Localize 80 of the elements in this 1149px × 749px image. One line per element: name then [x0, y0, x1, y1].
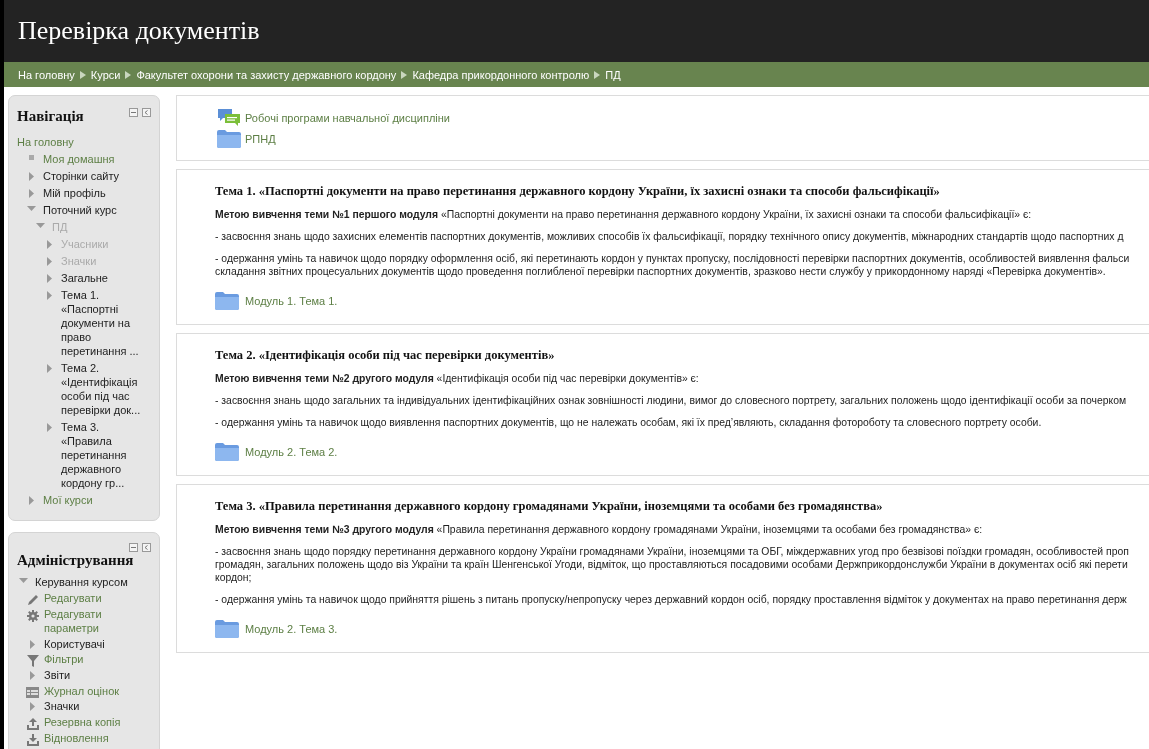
tree-item[interactable]: Загальне	[61, 271, 108, 285]
tree-item[interactable]: Сторінки сайту	[43, 169, 120, 183]
paragraph-text: - засвоєння знань щодо загальних та індивідуальних ідентифікаційних ознак зовнішності людини, вимог до словесного портрету, загальних положень щодо ідентифікації особи за почерком	[215, 394, 1128, 407]
expanded-arrow-icon[interactable]	[27, 206, 36, 211]
tree-item[interactable]: Тема 3. «Правила перетинання державного кордону гр...	[61, 420, 151, 490]
tree-item[interactable]: Мої курси	[43, 493, 93, 507]
activity-link[interactable]: Робочі програми навчальної дисципліни	[245, 112, 450, 124]
tree-item[interactable]: Журнал оцінок	[44, 683, 120, 698]
dock-icon[interactable]	[142, 543, 151, 552]
tree-item[interactable]: Моя домашня	[43, 152, 115, 166]
breadcrumb-link[interactable]: На головну	[18, 68, 75, 81]
tree-item[interactable]: Користувачі	[44, 636, 105, 651]
folder-icon	[215, 443, 239, 461]
collapse-icon[interactable]	[129, 543, 138, 552]
filter-icon	[26, 655, 39, 667]
gear-icon	[26, 609, 39, 622]
topic-title: Тема 2. «Ідентифікація особи під час перевірки документів»	[215, 348, 556, 363]
pencil-icon	[26, 593, 39, 606]
block-title: Адміністрування	[17, 552, 135, 569]
tree-item[interactable]: Значки	[44, 699, 80, 714]
separator-arrow-icon	[594, 70, 601, 79]
collapsed-arrow-icon[interactable]	[47, 257, 52, 266]
folder-icon	[215, 620, 239, 638]
separator-arrow-icon	[401, 70, 408, 79]
folder-icon	[215, 292, 239, 310]
tree-item[interactable]: На головну	[17, 135, 74, 149]
paragraph-text: Метою вивчення теми №2 другого модуля «Ідентифікація особи під час перевірки документів» є:	[215, 372, 700, 385]
paragraph-text: - засвоєння знань щодо порядку перетинання державного кордону України громадянами України, іноземцями та ОБГ, міждержавних угод про безвізові поїздки громадян, особливостей проп громадян, загальних положень щодо віз України та країн Шенгенської Угоди, відміток, що проставляються посадовими особами Держприкордонслужби України в документах осіб які перети кордон;	[215, 545, 1130, 584]
upload-icon	[26, 717, 39, 730]
chat-bubbles-icon	[217, 108, 241, 128]
paragraph-text: - засвоєння знань щодо захисних елементів паспортних документів, можливих способів їх фальсифікації, порядку технічного опису документів, міжнародних стандартів щодо паспортних д	[215, 230, 1125, 243]
collapsed-arrow-icon[interactable]	[47, 291, 52, 300]
collapsed-arrow-icon[interactable]	[47, 364, 52, 373]
expanded-arrow-icon[interactable]	[19, 578, 28, 583]
tree-item[interactable]: Мій профіль	[43, 186, 106, 200]
tree-item[interactable]: Керування курсом	[35, 575, 128, 590]
paragraph-text: - одержання умінь та навичок щодо порядку оформлення осіб, які перетинають кордон у пунктах пропуску, послідовності перевірки паспортних документів, особливостей виявлення фальси складання звітних процесуальних документів щодо проведення поглибленої перевірки паспортних документів, зразково нести службу у прикордонному наряді «Перевірка документів».	[215, 252, 1131, 278]
collapsed-arrow-icon[interactable]	[47, 240, 52, 249]
collapsed-arrow-icon[interactable]	[29, 189, 34, 198]
breadcrumb-link[interactable]: Курси	[90, 68, 121, 81]
topic-title: Тема 3. «Правила перетинання державного кордону громадянами України, іноземцями та особами без громадянства»	[215, 499, 884, 514]
paragraph-text: - одержання умінь та навичок щодо виявлення паспортних документів, що не належать особам, які їх пред’являють, складання фотороботу та словесного портрету особи.	[215, 416, 1043, 429]
separator-arrow-icon	[125, 70, 132, 79]
tree-item[interactable]: Тема 2. «Ідентифікація особи під час перевірки док...	[61, 361, 151, 417]
tree-item[interactable]: Редагувати параметри	[44, 606, 151, 636]
paragraph-text: Метою вивчення теми №1 першого модуля «Паспортні документи на право перетинання державного кордону України, їх захисні ознаки та способи фальсифікації» є:	[215, 208, 1033, 221]
expanded-arrow-icon[interactable]	[36, 223, 45, 228]
download-icon	[26, 733, 39, 746]
collapsed-arrow-icon[interactable]	[47, 274, 52, 283]
bullet-icon	[29, 155, 34, 160]
folder-link[interactable]: Модуль 2. Тема 2.	[245, 446, 338, 458]
tree-item[interactable]: Відновлення	[44, 730, 109, 745]
collapsed-arrow-icon[interactable]	[29, 172, 34, 181]
collapse-icon[interactable]	[129, 108, 138, 117]
collapsed-arrow-icon[interactable]	[30, 702, 35, 711]
activity-link[interactable]: РПНД	[245, 133, 276, 145]
breadcrumb-link[interactable]: Факультет охорони та захисту державного кордону	[136, 68, 397, 81]
breadcrumb-link[interactable]: ПД	[605, 68, 621, 81]
tree-item[interactable]: Резервна копія	[44, 714, 121, 729]
collapsed-arrow-icon[interactable]	[30, 639, 35, 649]
collapsed-arrow-icon[interactable]	[47, 423, 52, 432]
paragraph-text: Метою вивчення теми №3 другого модуля «Правила перетинання державного кордону громадянами України, іноземцями та особами без громадянства» є:	[215, 523, 984, 536]
collapsed-arrow-icon[interactable]	[29, 496, 34, 505]
folder-link[interactable]: Модуль 1. Тема 1.	[245, 295, 338, 307]
collapsed-arrow-icon[interactable]	[30, 671, 35, 680]
tree-item[interactable]: Поточний курс	[43, 203, 117, 217]
separator-arrow-icon	[79, 70, 86, 79]
page-title: Перевірка документів	[18, 16, 260, 46]
folder-link[interactable]: Модуль 2. Тема 3.	[245, 623, 338, 635]
tree-item[interactable]: Звіти	[44, 668, 71, 683]
tree-item[interactable]: Редагувати	[44, 590, 102, 605]
dock-icon[interactable]	[142, 108, 151, 117]
table-icon	[26, 686, 39, 698]
paragraph-text: - одержання умінь та навичок щодо прийняття рішень з питань пропуску/непропуску через державний кордон осіб, порядку проставлення відміток у документах на право перетинання держ	[215, 593, 1128, 606]
breadcrumb-link[interactable]: Кафедра прикордонного контролю	[412, 68, 590, 81]
tree-item[interactable]: Фільтри	[44, 652, 84, 667]
tree-item[interactable]: Тема 1. «Паспортні документи на право перетинання ...	[61, 288, 151, 358]
block-title: Навігація	[17, 108, 84, 125]
folder-icon	[217, 130, 241, 148]
topic-title: Тема 1. «Паспортні документи на право перетинання державного кордону України, їх захисні ознаки та способи фальсифікації»	[215, 184, 941, 199]
